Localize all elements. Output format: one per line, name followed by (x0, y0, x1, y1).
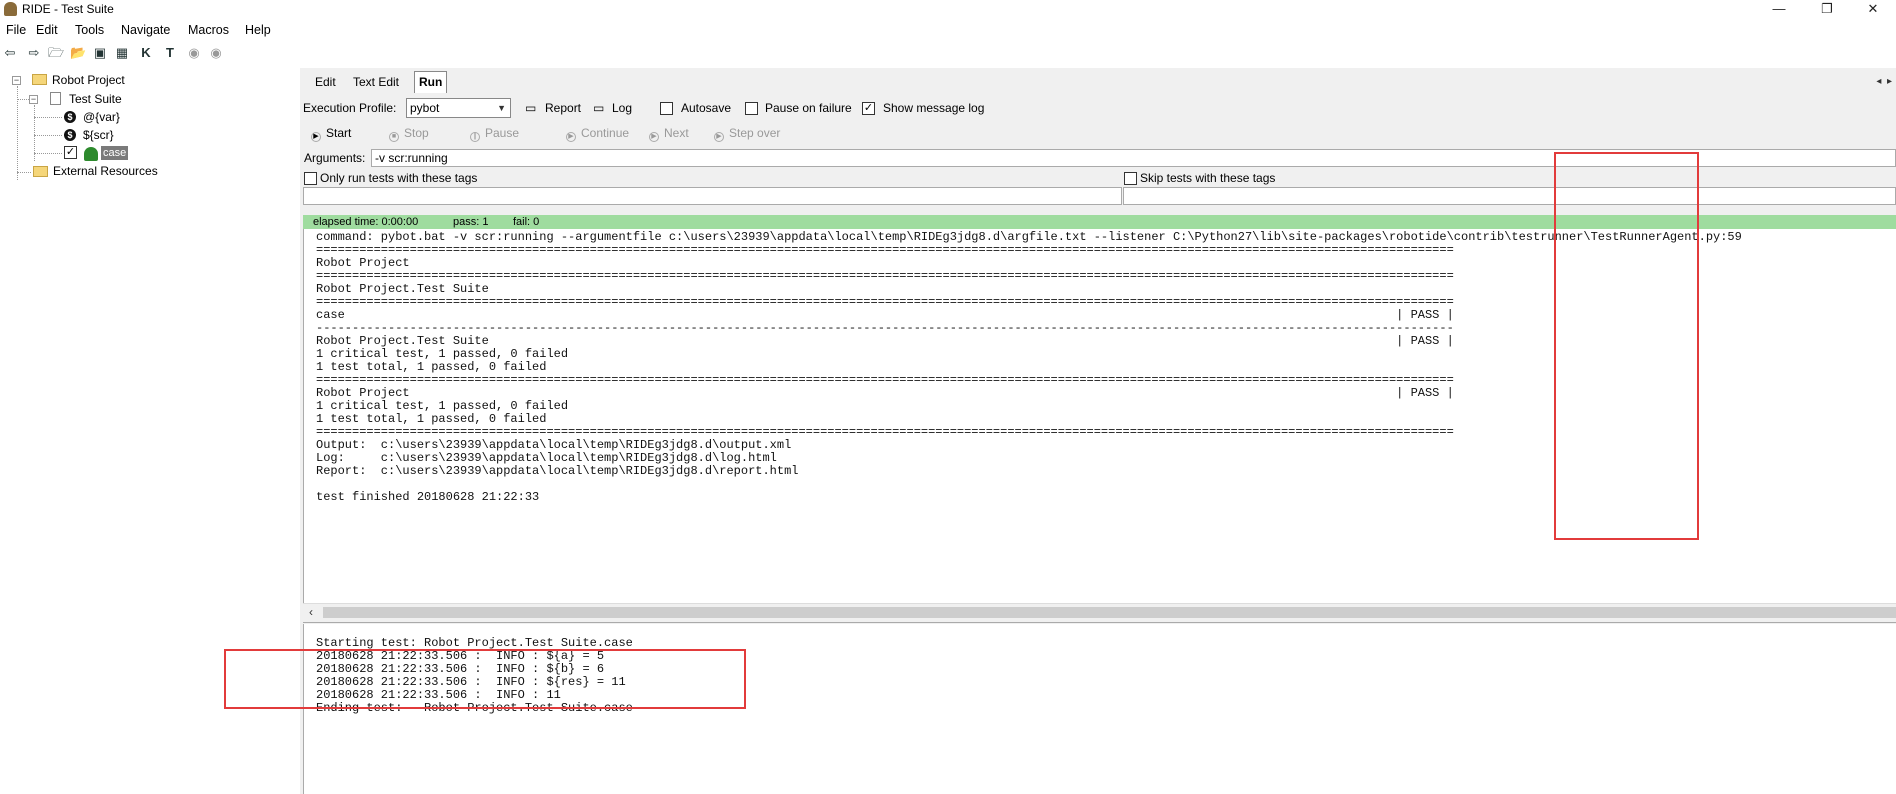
autosave-label: Autosave (681, 101, 732, 115)
step-over-button[interactable]: ▶ Step over (714, 126, 780, 142)
pass-count: pass: 1 (453, 216, 489, 228)
close-icon[interactable]: ✕ (1850, 0, 1896, 20)
execution-profile-select[interactable]: pybot ▼ (406, 98, 511, 118)
window-title: RIDE - Test Suite (22, 2, 114, 16)
skip-tags-checkbox[interactable] (1124, 172, 1137, 185)
tree-item-case[interactable]: case (101, 146, 129, 160)
autosave-checkbox[interactable] (660, 102, 673, 115)
pause-on-failure-checkbox[interactable] (745, 102, 758, 115)
open-directory-icon[interactable]: 🗁 (48, 45, 64, 61)
collapse-project-icon[interactable]: − (12, 76, 21, 85)
next-icon: ▶ (649, 132, 659, 142)
chevron-down-icon: ▼ (497, 103, 506, 113)
search-tests-icon[interactable]: T (162, 45, 178, 61)
tab-scroll-arrows[interactable]: ◂ ▸ (1876, 76, 1892, 87)
save-all-icon[interactable]: ▦ (114, 45, 130, 61)
fail-count: fail: 0 (513, 216, 540, 228)
start-icon: ▶ (311, 132, 321, 142)
only-run-tags-checkbox[interactable] (304, 172, 317, 185)
ride-app-icon (4, 2, 17, 16)
console-output-text: command: pybot.bat -v scr:running --argu… (316, 230, 1742, 504)
forward-icon[interactable]: ⇨ (26, 45, 42, 61)
collapse-suite-icon[interactable]: − (29, 95, 38, 104)
log-button[interactable]: Log (612, 101, 632, 115)
skip-tags-input[interactable] (1123, 187, 1896, 205)
tree-item-robot-project[interactable]: Robot Project (52, 73, 125, 87)
only-run-tags-input[interactable] (303, 187, 1122, 205)
start-button[interactable]: ▶ Start (311, 126, 351, 142)
tab-text-edit[interactable]: Text Edit (349, 72, 403, 92)
stop-button[interactable]: ■ Stop (389, 126, 429, 142)
robot-test-icon (84, 147, 98, 161)
info-log-highlight (224, 649, 746, 709)
report-icon[interactable]: ▭ (525, 101, 536, 115)
menu-tools[interactable]: Tools (75, 23, 104, 37)
menu-macros[interactable]: Macros (188, 23, 229, 37)
tree-item-var-list[interactable]: @{var} (83, 110, 120, 124)
menu-file[interactable]: File (6, 23, 26, 37)
menu-edit[interactable]: Edit (36, 23, 58, 37)
variable-scalar-icon: $ (64, 129, 76, 141)
play-icon[interactable]: ◉ (186, 45, 202, 61)
log-icon[interactable]: ▭ (593, 101, 604, 115)
save-icon[interactable]: ▣ (92, 45, 108, 61)
continue-button[interactable]: ▶ Continue (566, 126, 629, 142)
continue-icon: ▶ (566, 132, 576, 142)
minimize-icon[interactable]: — (1756, 0, 1802, 20)
tree-item-var-scalar[interactable]: ${scr} (83, 128, 114, 142)
tree-item-external-resources[interactable]: External Resources (53, 164, 158, 178)
restore-icon[interactable]: ❐ (1804, 0, 1850, 20)
pause-icon: ∥ (470, 132, 480, 142)
show-message-log-checkbox[interactable]: ✓ (862, 102, 875, 115)
menu-bar: File Edit Tools Navigate Macros Help (0, 20, 1896, 41)
folder-icon (32, 74, 47, 85)
menu-navigate[interactable]: Navigate (121, 23, 170, 37)
arguments-label: Arguments: (304, 151, 366, 165)
step-over-icon: ▶ (714, 132, 724, 142)
back-icon[interactable]: ⇦ (2, 45, 18, 61)
open-icon[interactable]: 📂 (70, 45, 86, 61)
test-case-checkbox[interactable]: ✓ (64, 146, 77, 159)
search-keywords-icon[interactable]: K (138, 45, 154, 61)
suite-file-icon (50, 92, 61, 105)
editor-tabs: Edit Text Edit Run ◂ ▸ (303, 71, 1896, 93)
title-bar: RIDE - Test Suite — ❐ ✕ (0, 0, 1896, 20)
scroll-left-icon[interactable]: ‹ (309, 605, 313, 619)
report-button[interactable]: Report (545, 101, 581, 115)
stop-icon: ■ (389, 132, 399, 142)
show-message-log-label: Show message log (883, 101, 985, 115)
pass-status-highlight (1554, 152, 1699, 540)
execution-profile-value: pybot (410, 101, 440, 115)
tab-edit[interactable]: Edit (311, 72, 340, 92)
only-run-tags-label: Only run tests with these tags (320, 171, 478, 185)
console-horizontal-scrollbar[interactable]: ‹ (303, 603, 1896, 620)
pause-on-failure-label: Pause on failure (765, 101, 852, 115)
output-divider[interactable] (303, 620, 1896, 623)
elapsed-time: elapsed time: 0:00:00 (313, 216, 419, 228)
execution-profile-label: Execution Profile: (303, 101, 397, 115)
stop-icon[interactable]: ◉ (208, 45, 224, 61)
variable-list-icon: $ (64, 111, 76, 123)
tree-item-test-suite[interactable]: Test Suite (69, 92, 122, 106)
next-button[interactable]: ▶ Next (649, 126, 689, 142)
toolbar: ⇦ ⇨ 🗁 📂 ▣ ▦ K T ◉ ◉ (0, 42, 1896, 64)
scrollbar-thumb[interactable] (323, 607, 1896, 618)
pause-button[interactable]: ∥ Pause (470, 126, 519, 142)
tab-run[interactable]: Run (414, 71, 448, 93)
external-resources-folder-icon (33, 166, 48, 177)
skip-tags-label: Skip tests with these tags (1140, 171, 1276, 185)
menu-help[interactable]: Help (245, 23, 271, 37)
